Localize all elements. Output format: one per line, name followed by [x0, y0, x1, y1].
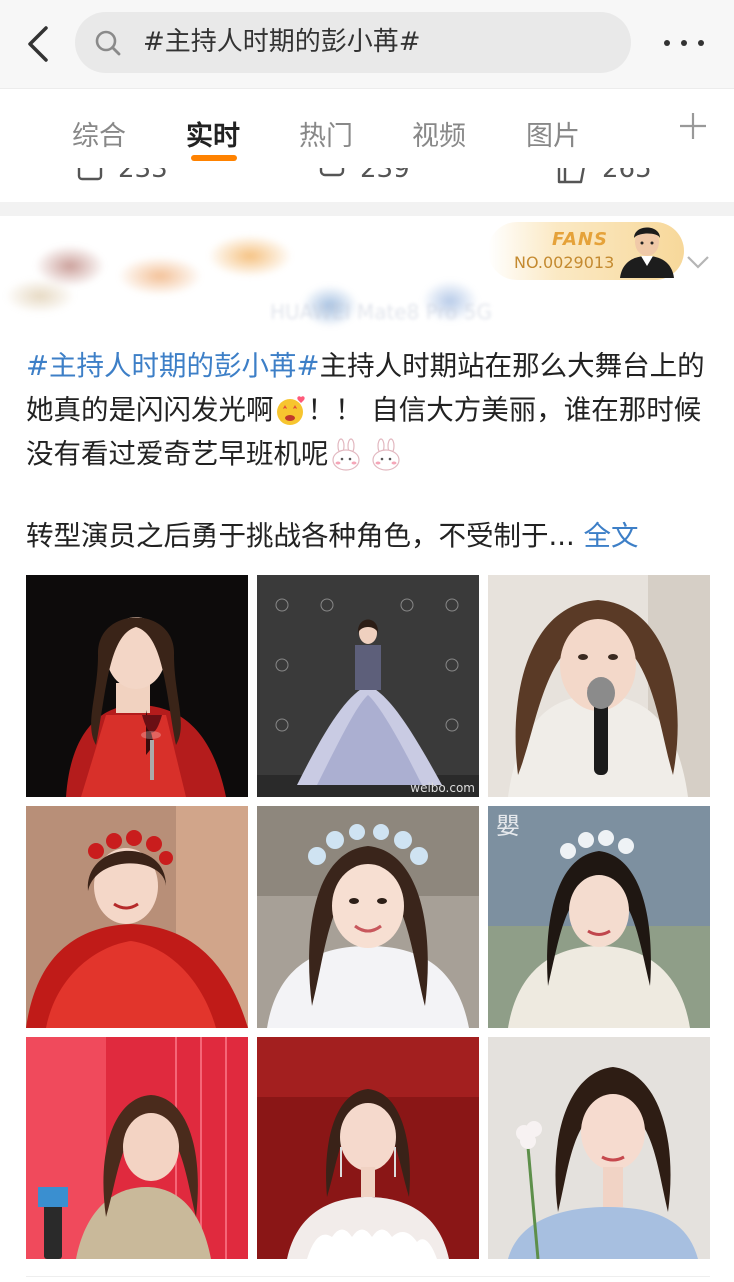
post-body: #主持人时期的彭小苒#主持人时期站在那么大舞台上的她真的是闪闪发光啊 ！！ 自信…	[26, 344, 716, 476]
photo-flower-headdress[interactable]	[257, 806, 479, 1028]
photo-flower-headdress-image	[257, 806, 479, 1028]
search-query[interactable]: #主持人时期的彭小苒#	[143, 12, 421, 73]
photo-red-stage[interactable]	[26, 1037, 248, 1259]
photo-white-costume[interactable]: 嬰	[488, 806, 710, 1028]
top-bar: #主持人时期的彭小苒#	[0, 0, 734, 88]
comment-icon[interactable]	[318, 168, 346, 182]
comment-count[interactable]: 239	[360, 168, 410, 184]
photo-red-dress-wine-image	[26, 575, 248, 797]
fans-badge-label: FANS	[552, 229, 608, 250]
back-arrow-icon[interactable]	[22, 22, 58, 66]
search-icon	[95, 30, 121, 56]
tab-hot[interactable]: 热门	[299, 114, 353, 153]
tab-video[interactable]: 视频	[412, 114, 466, 153]
active-tab-indicator	[191, 155, 237, 161]
photo-microphone[interactable]	[488, 575, 710, 797]
like-icon[interactable]	[556, 168, 588, 184]
photo-microphone-image	[488, 575, 710, 797]
photo-red-costume[interactable]	[26, 806, 248, 1028]
photo-red-dress-wine[interactable]	[26, 575, 248, 797]
tab-realtime[interactable]: 实时	[186, 114, 240, 153]
repost-icon[interactable]	[76, 168, 104, 182]
photo-grid: weibo.com 嬰	[26, 575, 710, 1259]
photo-gala-gown[interactable]: weibo.com	[257, 575, 479, 797]
tab-images[interactable]: 图片	[526, 114, 580, 153]
fans-badge-number: NO.0029013	[514, 253, 615, 272]
add-tab-icon[interactable]	[678, 111, 708, 141]
device-caption: HUAWEI Mate8 Pro 5G	[270, 300, 492, 324]
bottom-divider	[26, 1276, 710, 1277]
photo-flower-blue-image	[488, 1037, 710, 1259]
chevron-down-icon[interactable]	[686, 254, 710, 270]
photo-red-costume-image	[26, 806, 248, 1028]
like-count[interactable]: 265	[602, 168, 652, 184]
tab-comprehensive[interactable]: 综合	[72, 114, 126, 153]
photo-feather-top[interactable]	[257, 1037, 479, 1259]
repost-count[interactable]: 233	[118, 168, 168, 184]
fans-badge-avatar	[620, 227, 674, 278]
photo-feather-top-image	[257, 1037, 479, 1259]
search-box[interactable]: #主持人时期的彭小苒#	[75, 12, 631, 73]
more-options-icon[interactable]	[660, 34, 708, 52]
photo-watermark: weibo.com	[410, 781, 475, 795]
photo-white-costume-image: 嬰	[488, 806, 710, 1028]
previous-post-actions: 233 239 265	[0, 168, 734, 202]
photo-flower-blue[interactable]	[488, 1037, 710, 1259]
bunny-emoji-icon	[331, 438, 400, 471]
starry-eyed-emoji-icon	[276, 396, 305, 425]
photo-red-stage-image	[26, 1037, 248, 1259]
post-hashtag-link[interactable]: #主持人时期的彭小苒#	[26, 350, 320, 382]
photo-gala-gown-image	[257, 575, 479, 797]
post-text-second: 转型演员之后勇于挑战各种角色，不受制于...	[26, 520, 575, 552]
svg-text:嬰: 嬰	[496, 812, 520, 840]
full-text-link[interactable]: 全文	[583, 520, 638, 552]
post-body-continued: 转型演员之后勇于挑战各种角色，不受制于... 全文	[26, 514, 716, 558]
